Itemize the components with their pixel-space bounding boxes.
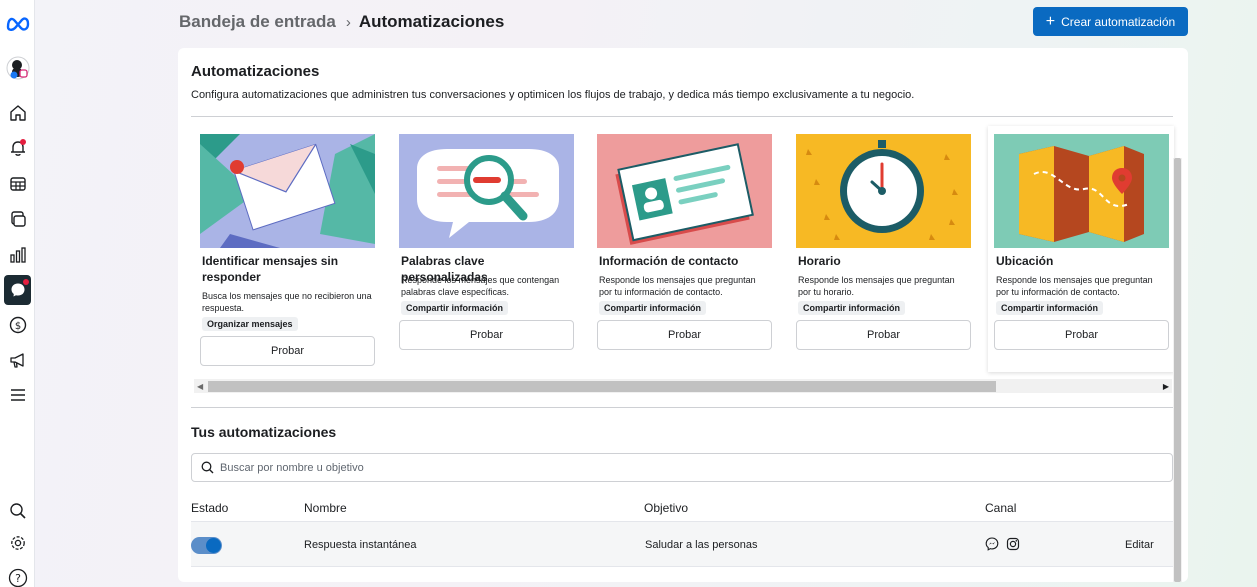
try-button[interactable]: Probar [994,320,1169,350]
scrollbar-thumb[interactable] [208,381,996,392]
settings-gear-icon[interactable] [0,528,35,558]
status-toggle[interactable] [191,537,222,554]
try-button[interactable]: Probar [399,320,574,350]
search-icon [201,461,214,474]
account-avatar-icon[interactable] [0,53,35,83]
column-header-goal: Objetivo [644,501,689,515]
card-tag: Compartir información [401,301,509,315]
magnifier-speech-illustration-icon [399,134,574,248]
left-nav-rail: $ ? [0,0,35,587]
automation-name: Respuesta instantánea [304,539,417,551]
content-icon[interactable] [0,204,35,234]
card-description: Responde los mensajes que preguntan por … [599,275,756,297]
table-row[interactable]: Respuesta instantánea Saludar a las pers… [191,521,1173,567]
table-row-partial [191,578,1173,582]
breadcrumb: Bandeja de entrada › Automatizaciones [179,12,504,32]
your-automations-title: Tus automatizaciones [191,424,337,440]
notifications-bell-icon[interactable] [0,133,35,163]
card-tag: Compartir información [599,301,707,315]
chevron-right-icon: › [345,13,351,31]
table-icon[interactable] [0,169,35,199]
help-icon[interactable]: ? [0,563,35,587]
instagram-icon [1006,537,1020,551]
plus-icon: + [1045,12,1056,30]
insights-chart-icon[interactable] [0,240,35,270]
column-header-channel: Canal [985,501,1017,515]
toggle-knob [206,538,221,553]
card-description: Responde los mensajes que preguntan por … [798,275,955,297]
try-button[interactable]: Probar [200,336,375,366]
try-button[interactable]: Probar [796,320,971,350]
contact-card-illustration-icon [597,134,772,248]
svg-text:$: $ [14,321,20,332]
messenger-icon [985,537,999,551]
panel-vertical-scrollbar[interactable] [1173,158,1182,582]
search-placeholder: Buscar por nombre u objetivo [220,461,364,474]
automation-goal: Saludar a las personas [645,539,758,551]
card-title: Información de contacto [599,254,739,268]
try-button[interactable]: Probar [597,320,772,350]
card-title: Identificar mensajes sin responder [202,254,339,284]
scroll-right-arrow-icon[interactable]: ▶ [1163,382,1169,391]
card-title: Ubicación [996,254,1054,268]
card-description: Responde los mensajes que contengan pala… [401,275,560,297]
create-automation-label: Crear automatización [1061,14,1176,29]
meta-logo-icon[interactable] [0,8,35,38]
card-tag: Compartir información [996,301,1104,315]
ads-megaphone-icon[interactable] [0,345,35,375]
scroll-left-arrow-icon[interactable]: ◀ [197,382,203,391]
monetization-dollar-icon[interactable]: $ [0,310,35,340]
breadcrumb-parent[interactable]: Bandeja de entrada [179,12,336,32]
clock-illustration-icon [796,134,971,248]
column-header-status: Estado [191,501,229,515]
scrollbar-thumb[interactable] [1174,158,1181,582]
divider [191,116,1173,117]
create-automation-button[interactable]: + Crear automatización [1033,7,1188,36]
cards-horizontal-scrollbar[interactable]: ◀ ▶ [194,379,1172,393]
card-title: Horario [798,254,841,268]
home-icon[interactable] [0,98,35,128]
svg-text:?: ? [15,572,21,585]
card-tag: Compartir información [798,301,906,315]
inbox-chat-icon[interactable] [0,275,35,305]
search-input[interactable]: Buscar por nombre u objetivo [191,453,1173,482]
envelope-illustration-icon [200,134,375,248]
section-description: Configura automatizaciones que administr… [191,89,915,101]
automations-panel: Automatizaciones Configura automatizacio… [178,48,1188,582]
map-illustration-icon [994,134,1169,248]
channel-icons [985,537,1020,551]
page-title: Automatizaciones [358,12,505,31]
card-description: Busca los mensajes que no recibieron una… [202,291,372,313]
section-title: Automatizaciones [191,63,320,80]
edit-link[interactable]: Editar [1125,539,1154,551]
divider [191,407,1173,408]
menu-icon[interactable] [0,380,35,410]
card-tag: Organizar mensajes [202,317,298,331]
search-icon[interactable] [0,496,35,526]
card-description: Responde los mensajes que preguntan por … [996,275,1153,297]
column-header-name: Nombre [304,501,347,515]
